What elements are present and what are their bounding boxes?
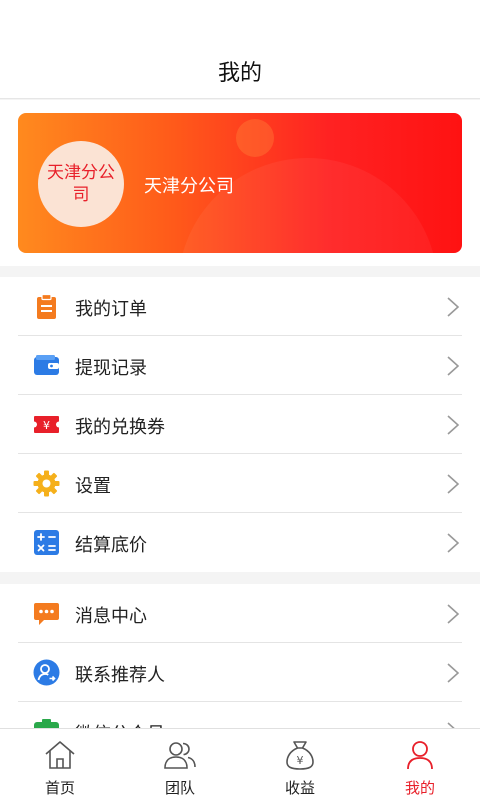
team-icon bbox=[164, 742, 196, 769]
home-icon bbox=[45, 741, 75, 769]
chevron-right-icon bbox=[447, 297, 460, 317]
bottom-tab-bar: 首页 团队 ¥ 收益 我的 bbox=[0, 728, 480, 800]
menu-item-label: 设置 bbox=[75, 476, 111, 497]
menu-item-label: 提现记录 bbox=[75, 358, 147, 379]
menu-group-account: 我的订单 提现记录 ¥ 我的兑换券 设置 结算底价 bbox=[0, 277, 480, 572]
coupon-icon: ¥ bbox=[33, 416, 60, 433]
chevron-right-icon bbox=[447, 415, 460, 435]
chevron-right-icon bbox=[447, 604, 460, 624]
menu-item-settlement-price[interactable]: 结算底价 bbox=[0, 513, 480, 572]
message-icon bbox=[34, 603, 59, 625]
svg-text:¥: ¥ bbox=[297, 754, 304, 767]
menu-item-messages[interactable]: 消息中心 bbox=[0, 584, 480, 643]
tab-label: 我的 bbox=[404, 779, 435, 797]
menu-group-contact: 消息中心 联系推荐人 微信公众号 bbox=[0, 584, 480, 729]
tab-earnings[interactable]: ¥ 收益 bbox=[240, 729, 360, 800]
menu-item-label: 消息中心 bbox=[75, 606, 147, 627]
tab-team[interactable]: 团队 bbox=[120, 729, 240, 800]
chevron-right-icon bbox=[447, 663, 460, 683]
gear-icon bbox=[33, 470, 60, 497]
tab-label: 收益 bbox=[284, 779, 315, 797]
menu-item-settings[interactable]: 设置 bbox=[0, 454, 480, 513]
top-header: 我的 bbox=[0, 0, 480, 99]
profile-name: 天津分公司 bbox=[144, 176, 234, 197]
avatar[interactable]: 天津分公司 bbox=[38, 141, 124, 227]
profile-card[interactable]: 天津分公司 天津分公司 bbox=[18, 113, 462, 253]
tab-label: 首页 bbox=[44, 779, 75, 797]
person-icon bbox=[407, 741, 433, 770]
svg-text:¥: ¥ bbox=[43, 419, 50, 432]
chevron-right-icon bbox=[447, 533, 460, 553]
menu-item-label: 结算底价 bbox=[75, 535, 147, 556]
chevron-right-icon bbox=[447, 356, 460, 376]
money-bag-icon: ¥ bbox=[286, 741, 314, 770]
tab-home[interactable]: 首页 bbox=[0, 729, 120, 800]
menu-item-withdraw-records[interactable]: 提现记录 bbox=[0, 336, 480, 395]
chevron-right-icon bbox=[447, 474, 460, 494]
menu-item-label: 联系推荐人 bbox=[75, 665, 165, 686]
menu-item-wechat-official[interactable]: 微信公众号 bbox=[0, 702, 480, 729]
page-title: 我的 bbox=[217, 61, 262, 86]
menu-item-orders[interactable]: 我的订单 bbox=[0, 277, 480, 336]
menu-item-label: 我的兑换券 bbox=[75, 417, 165, 438]
menu-item-coupons[interactable]: ¥ 我的兑换券 bbox=[0, 395, 480, 454]
contact-icon bbox=[33, 659, 60, 686]
wallet-icon bbox=[34, 355, 59, 375]
menu-item-label: 我的订单 bbox=[75, 299, 147, 320]
calculator-icon bbox=[34, 530, 59, 555]
tab-mine[interactable]: 我的 bbox=[360, 729, 480, 800]
menu-item-contact-referrer[interactable]: 联系推荐人 bbox=[0, 643, 480, 702]
tab-label: 团队 bbox=[164, 779, 195, 797]
order-icon bbox=[37, 293, 56, 319]
profile-section: 天津分公司 天津分公司 bbox=[0, 100, 480, 266]
